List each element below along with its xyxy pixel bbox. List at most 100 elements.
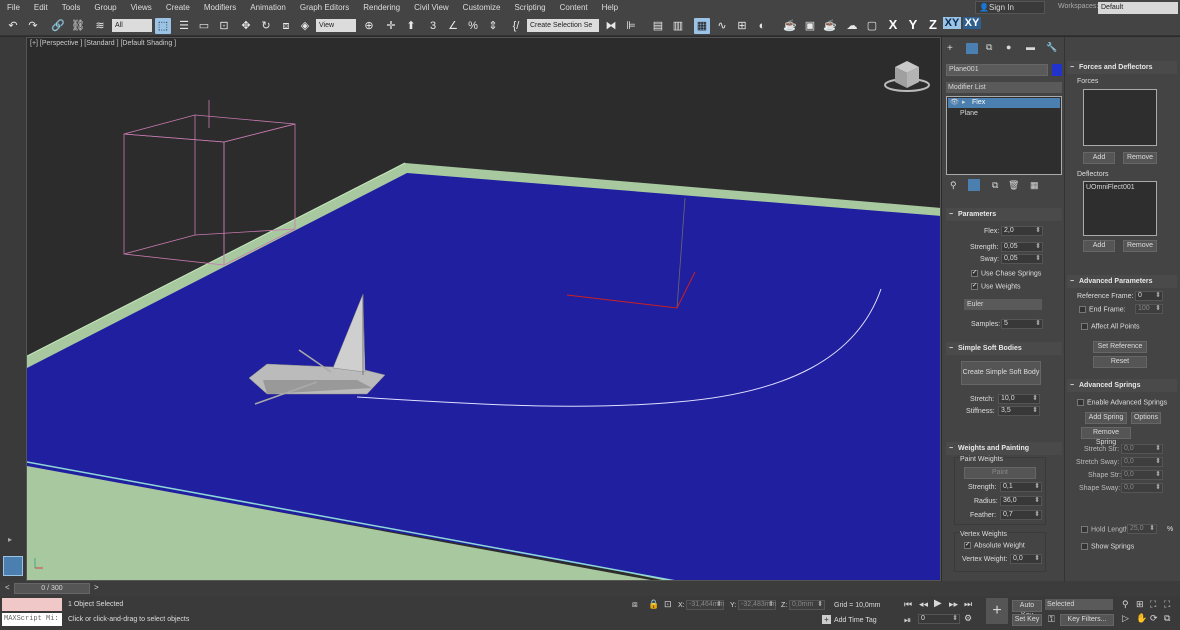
rect-selection-icon[interactable]: ▭ [196, 18, 212, 34]
sway-spinner[interactable]: 0,05 [1001, 254, 1043, 264]
pivot-icon[interactable]: ⊕ [361, 18, 377, 34]
forces-remove-button[interactable]: Remove [1123, 152, 1157, 164]
chase-springs-checkbox[interactable]: Use Chase Springs [971, 270, 1041, 277]
object-color-swatch[interactable] [1052, 64, 1062, 76]
go-to-start-icon[interactable]: ⏮ [904, 599, 912, 610]
snap-toggle-icon[interactable]: 3 [425, 18, 441, 34]
time-slider[interactable]: 0 / 300 [14, 583, 90, 594]
scene-explorer-icon[interactable]: ▤ [650, 18, 666, 34]
utilities-tab-icon[interactable]: 🔧 [1046, 42, 1057, 53]
paint-strength-spinner[interactable]: 0,1 [1000, 482, 1042, 492]
use-weights-checkbox[interactable]: Use Weights [971, 283, 1021, 290]
menu-animation[interactable]: Animation [243, 0, 293, 16]
stretch-spinner[interactable]: 10,0 [998, 394, 1040, 404]
paint-button[interactable]: Paint [964, 467, 1036, 479]
window-crossing-icon[interactable]: ⊡ [216, 18, 232, 34]
affect-all-points-checkbox[interactable]: Affect All Points [1081, 323, 1140, 330]
zoom-extents-all-icon[interactable]: ⛶ [1164, 599, 1170, 610]
mirror-icon[interactable]: ⧓ [603, 18, 619, 34]
select-by-name-icon[interactable]: ☰ [176, 18, 192, 34]
flex-spinner[interactable]: 2,0 [1001, 226, 1043, 236]
schematic-view-icon[interactable]: ⊞ [734, 18, 750, 34]
x-coordinate-field[interactable]: -31,464mm [686, 600, 724, 610]
vertex-weight-spinner[interactable]: 0,0 [1010, 554, 1042, 564]
advanced-parameters-rollout[interactable]: Advanced Parameters [1067, 275, 1177, 288]
layer-explorer-icon[interactable]: ▥ [670, 18, 686, 34]
zoom-icon[interactable]: ⚲ [1122, 599, 1129, 610]
add-spring-button[interactable]: Add Spring [1085, 412, 1127, 424]
menu-content[interactable]: Content [553, 0, 595, 16]
render-frame-icon[interactable]: ▣ [802, 18, 818, 34]
select-object-icon[interactable]: ⬚ [155, 18, 171, 34]
placement-icon[interactable]: ◈ [297, 18, 313, 34]
maxscript-listener-input[interactable]: MAXScript Mi: [2, 613, 62, 626]
viewport-layout-icon[interactable] [3, 556, 23, 576]
menu-modifiers[interactable]: Modifiers [197, 0, 243, 16]
time-config-icon[interactable]: ⚙ [964, 613, 972, 624]
reset-button[interactable]: Reset [1093, 356, 1147, 368]
menu-group[interactable]: Group [87, 0, 123, 16]
weights-painting-rollout[interactable]: Weights and Painting [946, 442, 1062, 455]
menu-civil-view[interactable]: Civil View [407, 0, 456, 16]
strip-arrow-icon[interactable]: ▸ [8, 535, 12, 544]
viewcube[interactable] [884, 61, 930, 92]
spinner-snap-icon[interactable]: ⇕ [485, 18, 501, 34]
y-coordinate-field[interactable]: -32,483mm [738, 600, 776, 610]
deflectors-add-button[interactable]: Add [1083, 240, 1115, 252]
configure-sets-icon[interactable]: ▦ [1030, 180, 1039, 191]
timeline-prev-button[interactable]: < [5, 583, 10, 592]
parameters-rollout[interactable]: Parameters [946, 208, 1062, 221]
zoom-extents-icon[interactable]: ⛶ [1150, 599, 1156, 610]
set-key-big-icon[interactable]: + [986, 598, 1008, 624]
percent-snap-icon[interactable]: % [465, 18, 481, 34]
eye-icon[interactable]: 👁 [950, 98, 959, 106]
current-frame-field[interactable]: 0 [918, 614, 960, 624]
stiffness-spinner[interactable]: 3,5 [998, 406, 1040, 416]
fov-icon[interactable]: ▷ [1122, 613, 1129, 624]
mini-window-icon[interactable]: ▢ [864, 18, 880, 34]
sign-in-button[interactable]: 👤 Sign In [975, 1, 1045, 14]
menu-views[interactable]: Views [124, 0, 159, 16]
menu-create[interactable]: Create [159, 0, 197, 16]
named-selection-icon[interactable]: {/ [508, 18, 524, 34]
pan-icon[interactable]: ✋ [1136, 613, 1147, 624]
solver-dropdown[interactable]: Euler [964, 299, 1042, 310]
maxscript-listener-top[interactable] [2, 598, 62, 611]
bind-spacewarp-icon[interactable]: ≋ [92, 18, 108, 34]
ref-coord-dropdown[interactable]: View [316, 19, 356, 32]
render-production-icon[interactable]: ☕ [822, 18, 838, 34]
expand-icon[interactable]: ▸ [962, 98, 966, 106]
absolute-weight-checkbox[interactable]: Absolute Weight [964, 542, 1025, 549]
menu-tools[interactable]: Tools [55, 0, 88, 16]
maximize-viewport-icon[interactable]: ⧉ [1164, 613, 1170, 624]
add-time-tag-button[interactable]: Add Time Tag [834, 617, 877, 624]
show-end-result-icon[interactable] [968, 179, 980, 191]
stack-item-flex[interactable]: 👁 ▸ Flex [948, 98, 1060, 108]
workspace-select[interactable]: Default [1098, 2, 1178, 14]
pin-stack-icon[interactable]: ⚲ [950, 180, 957, 191]
menu-help[interactable]: Help [595, 0, 625, 16]
samples-spinner[interactable]: 5 [1001, 319, 1043, 329]
hold-length-checkbox[interactable]: Hold Length [1081, 526, 1129, 533]
axis-z-button[interactable]: Z [924, 17, 942, 32]
strength-spinner[interactable]: 0,05 [1001, 242, 1043, 252]
next-frame-icon[interactable]: ▸▸ [949, 599, 958, 610]
named-selection-dropdown[interactable]: Create Selection Se [527, 19, 599, 32]
show-springs-checkbox[interactable]: Show Springs [1081, 543, 1134, 550]
menu-edit[interactable]: Edit [27, 0, 55, 16]
material-editor-icon[interactable]: ◐ [754, 18, 770, 34]
render-online-icon[interactable]: ☁ [844, 18, 860, 34]
radius-spinner[interactable]: 36,0 [1000, 496, 1042, 506]
feather-spinner[interactable]: 0,7 [1000, 510, 1042, 520]
render-setup-icon[interactable]: ☕ [782, 18, 798, 34]
remove-spring-button[interactable]: Remove Spring [1081, 427, 1131, 446]
advanced-springs-rollout[interactable]: Advanced Springs [1067, 379, 1177, 392]
keyboard-shortcut-icon[interactable]: ⬆ [403, 18, 419, 34]
menu-graph-editors[interactable]: Graph Editors [293, 0, 356, 16]
menu-scripting[interactable]: Scripting [507, 0, 552, 16]
object-name-field[interactable]: Plane001 [946, 64, 1048, 76]
selection-lock-icon[interactable]: 🔒 [648, 599, 659, 610]
create-simple-soft-body-button[interactable]: Create Simple Soft Body [961, 361, 1041, 385]
auto-key-button[interactable]: Auto Key [1012, 600, 1042, 619]
create-tab-icon[interactable]: + [947, 43, 953, 54]
